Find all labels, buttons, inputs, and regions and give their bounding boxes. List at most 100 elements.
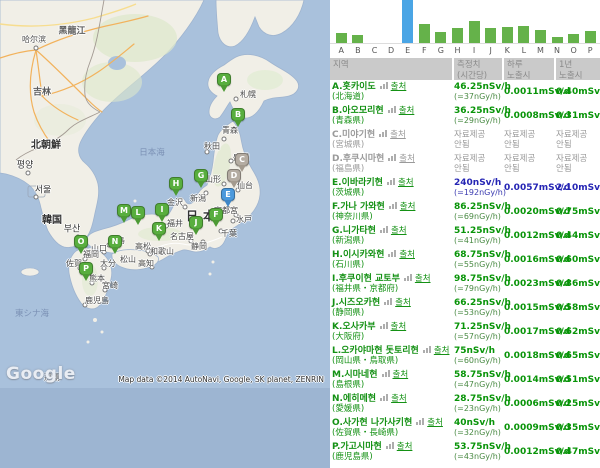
chart-axis-label-b: B — [350, 46, 367, 55]
source-link-k[interactable]: 출처 — [391, 322, 407, 332]
map-marker-j[interactable]: J — [189, 216, 203, 229]
data-panel: ABCDEFGHIJKLMNOP 지역 측정치 (시간당) 하루 노출시 1년 … — [330, 0, 600, 468]
source-link-j[interactable]: 출처 — [395, 298, 411, 308]
region-name: K.오사카부 — [332, 322, 376, 332]
source-link-f[interactable]: 출처 — [400, 202, 416, 212]
source-link-i[interactable]: 출처 — [415, 274, 431, 284]
chart-axis-label-n: N — [549, 46, 566, 55]
table-header: 지역 측정치 (시간당) 하루 노출시 1년 노출시 — [330, 58, 600, 80]
map-marker-f[interactable]: F — [209, 208, 223, 221]
chart-bar-i — [469, 21, 480, 43]
region-name: E.이바라키현 — [332, 178, 383, 188]
source-link-l[interactable]: 출처 — [434, 346, 450, 356]
yearly-exposure-value: 0.86mSv/y — [556, 279, 600, 289]
mini-bars-icon — [380, 322, 389, 333]
map-marker-h[interactable]: H — [169, 177, 183, 190]
measurement-gray-value: (=23nGy/h) — [454, 404, 504, 415]
yearly-exposure-value: 0.25mSv/y — [556, 399, 600, 409]
map-label: 東シナ海 — [15, 310, 49, 319]
map-marker-m[interactable]: M — [117, 204, 131, 217]
daily-exposure-value: 0.0012mSv/d — [504, 231, 556, 241]
chart-axis-label-h: H — [449, 46, 466, 55]
map-marker-p[interactable]: P — [79, 262, 93, 275]
table-row-c: C.미야기현출처(宮城県)자료제공 안됨자료제공 안됨자료제공 안됨 — [330, 128, 600, 152]
region-kanji: (北海道) — [332, 92, 454, 103]
map-label: 仙台 — [237, 182, 253, 190]
measurement-value: 40nSv/h — [454, 418, 504, 429]
map-marker-g[interactable]: G — [194, 169, 208, 182]
map-marker-k[interactable]: K — [152, 222, 166, 235]
no-data-text: 자료제공 안됨 — [556, 154, 600, 175]
chart-axis-label-g: G — [433, 46, 450, 55]
region-kanji: (島根県) — [332, 380, 454, 391]
source-link-p[interactable]: 출처 — [397, 442, 413, 452]
source-link-g[interactable]: 출처 — [391, 226, 407, 236]
mini-bars-icon — [388, 250, 397, 261]
region-name: B.아오모리현 — [332, 106, 384, 116]
chart-axis-labels: ABCDEFGHIJKLMNOP — [330, 44, 600, 56]
region-name: C.미야기현 — [332, 130, 375, 140]
daily-exposure-value: 0.0009mSv/d — [504, 423, 556, 433]
source-link-b[interactable]: 출처 — [399, 106, 415, 116]
source-link-c[interactable]: 출처 — [390, 130, 406, 140]
source-link-e[interactable]: 출처 — [398, 178, 414, 188]
map-marker-l[interactable]: L — [131, 206, 145, 219]
measurement-gray-value: (=32nGy/h) — [454, 428, 504, 439]
source-link-o[interactable]: 출처 — [427, 418, 443, 428]
map-label: 松山 — [120, 256, 136, 264]
chart-bar-f — [419, 24, 430, 43]
source-link-n[interactable]: 출처 — [391, 394, 407, 404]
map-marker-n[interactable]: N — [108, 235, 122, 248]
chart-bar-b — [352, 35, 363, 43]
map-label: 日本海 — [139, 149, 165, 158]
mini-bars-icon — [388, 106, 397, 117]
mini-bars-icon — [404, 274, 413, 285]
city-dot — [26, 171, 31, 176]
region-name: O.사가현 나가사키현 — [332, 418, 412, 428]
daily-exposure-value: 0.0018mSv/d — [504, 351, 556, 361]
source-link-h[interactable]: 출처 — [399, 250, 415, 260]
map-label: 哈尔滨 — [22, 36, 46, 44]
map-marker-e[interactable]: E — [221, 188, 235, 201]
google-map[interactable]: 黑龍江哈尔滨吉林北朝鮮평양서울韓国부산日本海東シナ海日本札幌青森秋田盛岡山形仙台… — [0, 0, 330, 468]
map-marker-a[interactable]: A — [217, 73, 231, 86]
map-marker-b[interactable]: B — [231, 108, 245, 121]
table-row-n: N.에히메현출처(愛媛県)28.75nSv/h(=23nGy/h)0.0006m… — [330, 392, 600, 416]
chart-bar-g — [435, 32, 446, 43]
chart-bar-l — [518, 26, 529, 43]
mini-bars-icon — [388, 154, 397, 165]
source-link-a[interactable]: 출처 — [391, 82, 407, 92]
yearly-exposure-value: 0.31mSv/y — [556, 111, 600, 121]
radiation-map-app: 黑龍江哈尔滨吉林北朝鮮평양서울韓国부산日本海東シナ海日本札幌青森秋田盛岡山形仙台… — [0, 0, 600, 468]
region-kanji: (静岡県) — [332, 308, 454, 319]
region-name: I.후쿠이현 교토부 — [332, 274, 400, 284]
source-link-d[interactable]: 출처 — [399, 154, 415, 164]
yearly-exposure-value: 0.47mSv/y — [556, 447, 600, 457]
table-row-m: M.시마네현출처(島根県)58.75nSv/h(=47nGy/h)0.0014m… — [330, 368, 600, 392]
source-link-m[interactable]: 출처 — [393, 370, 409, 380]
mini-bars-icon — [384, 298, 393, 309]
chart-axis-label-l: L — [516, 46, 533, 55]
map-marker-o[interactable]: O — [74, 235, 88, 248]
measurement-gray-value: (=53nGy/h) — [454, 308, 504, 319]
no-data-text: 자료제공 안됨 — [504, 130, 556, 151]
map-label: 서울 — [35, 187, 52, 196]
map-label: 高知 — [138, 260, 154, 268]
mini-bars-icon — [389, 202, 398, 213]
mini-bars-icon — [423, 346, 432, 357]
region-name: L.오카야마현 돗토리현 — [332, 346, 419, 356]
daily-exposure-value: 0.0015mSv/d — [504, 303, 556, 313]
map-label: 高松 — [135, 243, 151, 251]
mini-bars-icon — [387, 178, 396, 189]
map-label: 青森 — [222, 127, 238, 135]
map-marker-d[interactable]: D — [227, 169, 241, 182]
region-kanji: (福島県) — [332, 164, 454, 175]
region-kanji: (神奈川県) — [332, 212, 454, 223]
map-label: 福岡 — [83, 251, 99, 259]
region-name: G.니가타현 — [332, 226, 376, 236]
map-marker-i[interactable]: I — [155, 203, 169, 216]
map-marker-c[interactable]: C — [235, 153, 249, 166]
table-row-j: J.시즈오카현출처(静岡県)66.25nSv/h(=53nGy/h)0.0015… — [330, 296, 600, 320]
chart-bar-m — [535, 30, 546, 43]
measurement-value: 71.25nSv/h — [454, 322, 504, 333]
